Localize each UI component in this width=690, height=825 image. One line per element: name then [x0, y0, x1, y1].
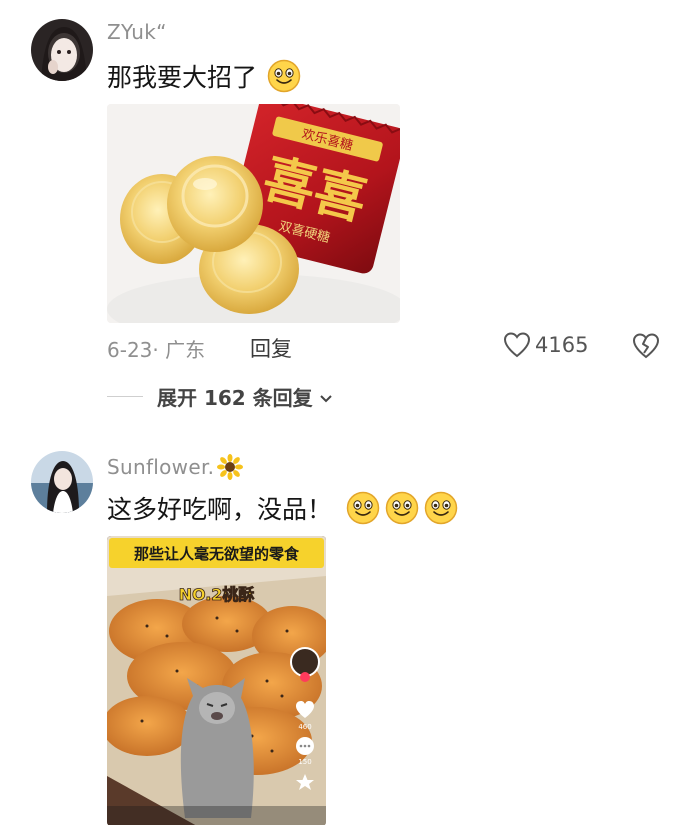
like-button[interactable]: 4165: [503, 332, 588, 358]
video-label-text: NO.2桃酥: [179, 585, 255, 604]
dislike-button[interactable]: [632, 332, 660, 360]
grinning-face-emoji: [346, 491, 380, 525]
grinning-face-emoji: [267, 59, 301, 93]
follow-plus-icon: [300, 672, 310, 682]
comment-text-content: 这多好吃啊，没品！: [107, 495, 333, 524]
broken-heart-icon: [632, 333, 660, 359]
like-count: 4165: [535, 333, 589, 357]
username-text: Sunflower.: [107, 455, 215, 479]
avatar[interactable]: [31, 19, 93, 81]
username[interactable]: Sunflower.: [107, 454, 244, 480]
comment-text-content: 那我要大招了: [107, 63, 258, 92]
chevron-down-icon: [319, 385, 333, 409]
username[interactable]: ZYuk“: [107, 20, 167, 44]
comment-meta-date-location: 6-23· 广东: [107, 338, 206, 362]
comment-text: 这多好吃啊，没品！: [107, 490, 458, 526]
comment-text: 那我要大招了: [107, 58, 301, 94]
video-banner-text: 那些让人毫无欲望的零食: [134, 545, 300, 563]
comment-image-video-thumbnail[interactable]: 那些让人毫无欲望的零食 NO.2桃酥 460 150: [107, 536, 326, 825]
comment-image-candy[interactable]: 欢乐喜糖 喜喜 双喜硬糖: [107, 104, 400, 323]
video-like-count: 460: [298, 723, 311, 731]
expand-replies-button[interactable]: 展开 162 条回复: [107, 382, 333, 411]
comment-item: ZYuk“ 那我要大招了 欢乐喜糖 喜喜 双喜硬糖 6-23· 广东 回复 41…: [0, 0, 690, 420]
creator-avatar-icon: [290, 647, 320, 677]
video-comment-count: 150: [298, 758, 311, 766]
grinning-face-emoji: [385, 491, 419, 525]
expand-replies-label: 展开 162 条回复: [157, 386, 313, 410]
divider: [107, 396, 143, 397]
comment-item: Sunflower. 这多好吃啊，没品！ 那些让人毫无欲望的零食 NO.2桃酥 …: [0, 440, 690, 825]
avatar[interactable]: [31, 451, 93, 513]
reply-button[interactable]: 回复: [250, 333, 292, 363]
heart-icon: [503, 332, 531, 358]
sunflower-icon: [217, 454, 244, 480]
grinning-face-emoji: [424, 491, 458, 525]
